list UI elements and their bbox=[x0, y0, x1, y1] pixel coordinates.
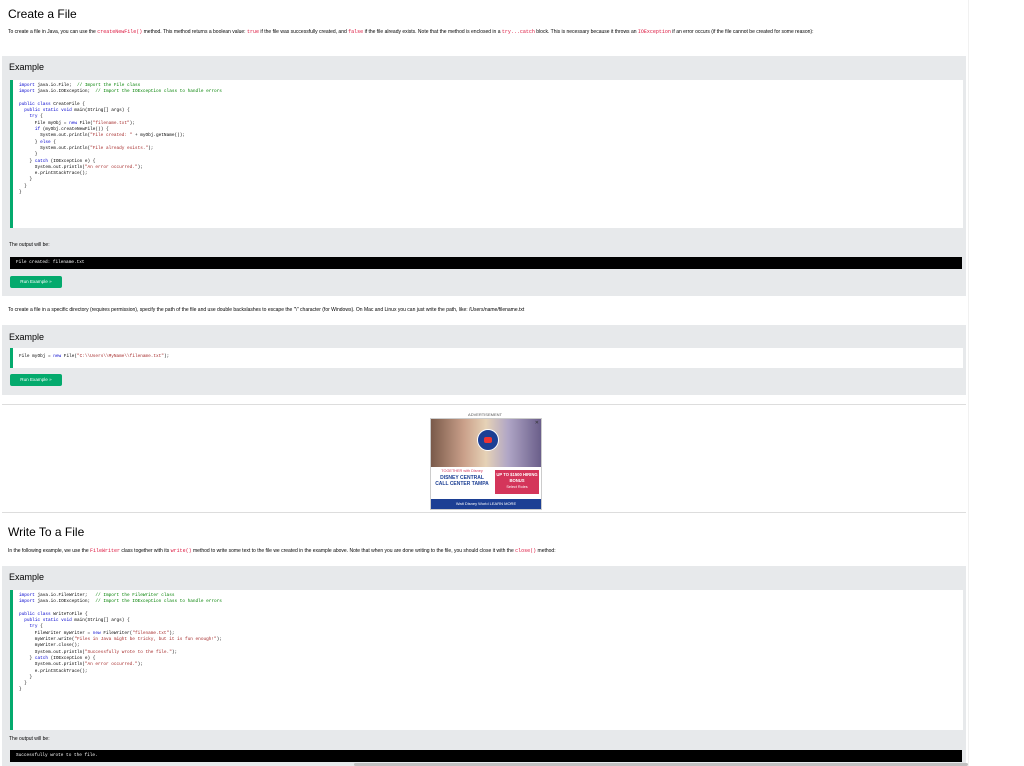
tutorial-page: Create a File To create a file in Java, … bbox=[0, 0, 968, 766]
code-block-write-file: import java.io.FileWriter; // Import the… bbox=[10, 590, 963, 730]
code-block-file-path: File myObj = new File("C:\\Users\\MyName… bbox=[10, 348, 963, 368]
example-label: Example bbox=[9, 62, 45, 72]
section-title-write-file: Write To a File bbox=[8, 525, 85, 539]
output-console: Successfully wrote to the file. bbox=[10, 750, 962, 762]
example-label: Example bbox=[9, 332, 45, 342]
advertisement-banner[interactable]: ✕ TOGETHER with Disney DISNEY CENTRAL CA… bbox=[430, 418, 542, 510]
example-box-create-file: Example import java.io.File; // Import t… bbox=[2, 56, 966, 296]
run-example-button[interactable]: Run Example » bbox=[10, 374, 62, 386]
ad-learn-more-bar[interactable]: Walt Disney World LEARN MORE bbox=[431, 499, 541, 509]
ad-together-text: TOGETHER with Disney bbox=[441, 469, 483, 473]
output-label: The output will be: bbox=[9, 736, 50, 742]
ad-roles-link[interactable]: Select Roles bbox=[495, 484, 539, 490]
write-file-intro: In the following example, we use the Fil… bbox=[8, 548, 556, 554]
run-example-button[interactable]: Run Example » bbox=[10, 276, 62, 288]
create-file-intro: To create a file in Java, you can use th… bbox=[8, 29, 814, 35]
code-block-create-file: import java.io.File; // Import the File … bbox=[10, 80, 963, 228]
output-label: The output will be: bbox=[9, 242, 50, 248]
divider bbox=[2, 404, 966, 405]
advertisement-label: ADVERTISEMENT bbox=[468, 412, 502, 417]
close-icon[interactable]: ✕ bbox=[535, 420, 539, 426]
divider bbox=[2, 512, 966, 513]
example-box-write-file: Example import java.io.FileWriter; // Im… bbox=[2, 566, 966, 766]
section-title-create-file: Create a File bbox=[8, 7, 77, 21]
ad-bonus-badge: UP TO $1500 HIRING BONUS Select Roles bbox=[495, 470, 539, 494]
output-console: File created: filename.txt bbox=[10, 257, 962, 269]
path-intro: To create a file in a specific directory… bbox=[8, 307, 525, 313]
example-label: Example bbox=[9, 572, 45, 582]
right-margin bbox=[968, 0, 1024, 766]
example-box-file-path: Example File myObj = new File("C:\\Users… bbox=[2, 325, 966, 395]
ad-headline: DISNEY CENTRAL CALL CENTER TAMPA bbox=[435, 475, 489, 487]
disney-medal-icon bbox=[477, 429, 499, 451]
